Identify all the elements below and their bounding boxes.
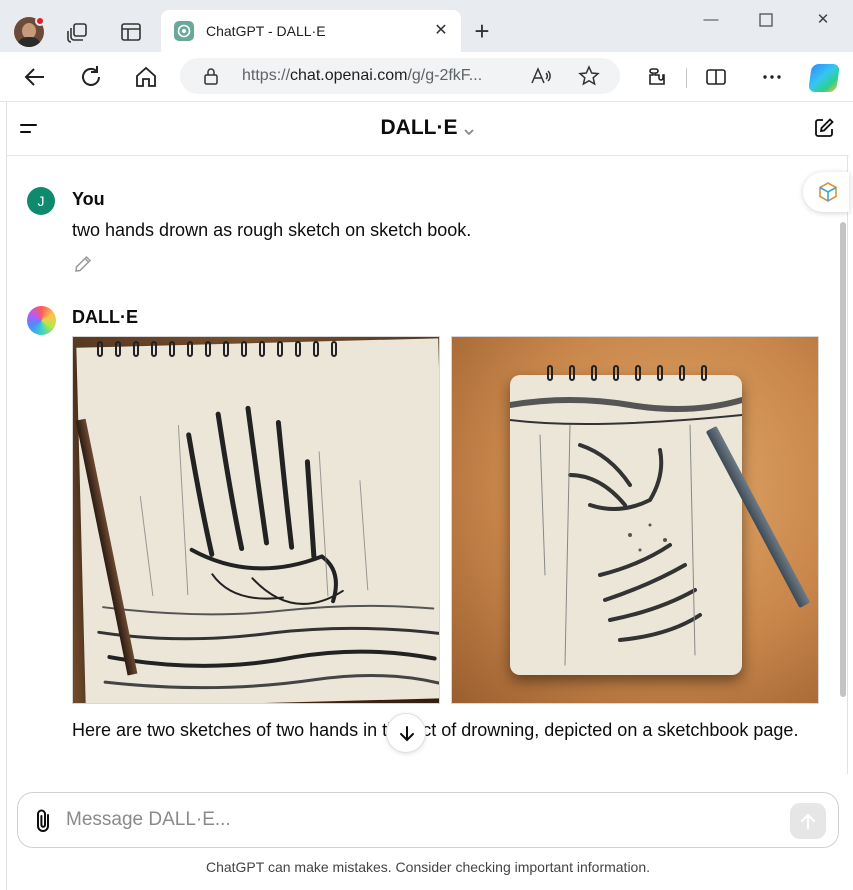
favorite-star-icon[interactable] <box>578 65 600 87</box>
url-path: /g/g-2fkF... <box>407 67 483 84</box>
generated-image-2[interactable] <box>451 336 819 704</box>
new-chat-icon[interactable] <box>813 117 835 139</box>
dalle-avatar <box>27 306 56 335</box>
refresh-icon[interactable] <box>78 64 104 90</box>
edit-pencil-icon[interactable] <box>73 254 93 274</box>
maximize-icon[interactable] <box>751 8 781 32</box>
more-options-icon[interactable] <box>761 66 783 88</box>
gpt-helper-bubble[interactable] <box>803 172 849 212</box>
lock-icon[interactable] <box>202 67 220 85</box>
extensions-icon[interactable] <box>645 66 667 88</box>
arrow-up-icon <box>800 813 816 830</box>
url-bar[interactable]: https://chat.openai.com/g/g-2fkF... <box>180 58 620 94</box>
read-aloud-icon[interactable] <box>530 66 552 86</box>
sketchbook-notepad <box>507 375 745 675</box>
workspaces-icon[interactable] <box>66 20 90 44</box>
chevron-down-icon <box>462 121 476 136</box>
dalle-message-text: Here are two sketches of two hands in th… <box>72 720 799 740</box>
tab-close-icon[interactable]: ✕ <box>431 21 451 41</box>
disclaimer-text: ChatGPT can make mistakes. Consider chec… <box>205 859 651 875</box>
back-icon[interactable] <box>22 64 48 90</box>
minimize-icon[interactable]: — <box>696 8 726 32</box>
paperclip-icon[interactable] <box>32 808 56 834</box>
chatgpt-favicon-icon <box>174 21 194 41</box>
scrollbar-thumb[interactable] <box>840 222 846 697</box>
app-header: DALL·E <box>7 102 849 156</box>
message-input[interactable] <box>66 805 766 835</box>
url-prefix: https:// <box>242 67 291 84</box>
user-message-text: two hands drown as rough sketch on sketc… <box>72 220 472 240</box>
arrow-down-icon <box>400 726 414 742</box>
spiral-binding <box>87 337 427 357</box>
split-screen-icon[interactable] <box>705 66 727 88</box>
user-author-name: You <box>72 189 105 209</box>
copilot-icon[interactable] <box>808 64 840 92</box>
sketchbook-page <box>75 338 439 703</box>
browser-titlebar: ChatGPT - DALL·E ✕ + — ✕ <box>0 0 853 52</box>
user-avatar: J <box>27 187 55 215</box>
tab-actions-icon[interactable] <box>119 20 143 44</box>
home-icon[interactable] <box>133 64 159 90</box>
generated-image-1[interactable] <box>72 336 440 704</box>
model-selector[interactable]: DALL·E <box>7 116 849 140</box>
profile-body <box>17 37 41 47</box>
tab-chatgpt[interactable]: ChatGPT - DALL·E ✕ <box>161 10 461 52</box>
url-host: chat.openai.com <box>290 67 408 84</box>
cube-icon <box>819 182 837 202</box>
tab-title: ChatGPT - DALL·E <box>206 23 326 39</box>
scroll-down-button[interactable] <box>386 713 426 753</box>
spiral-binding-2 <box>547 365 707 389</box>
page-title: DALL·E <box>380 116 458 139</box>
send-button[interactable] <box>790 803 826 839</box>
hand-sketch-drawing-2 <box>507 397 745 666</box>
message-composer <box>17 792 839 848</box>
new-tab-button[interactable]: + <box>468 18 496 46</box>
chatgpt-app: DALL·E J You two hands drown as rough sk… <box>6 102 849 890</box>
profile-notification-dot <box>35 16 45 26</box>
close-window-icon[interactable]: ✕ <box>808 8 838 32</box>
browser-toolbar: https://chat.openai.com/g/g-2fkF... <box>0 52 853 102</box>
dalle-author-name: DALL·E <box>72 307 138 327</box>
url-text[interactable]: https://chat.openai.com/g/g-2fkF... <box>242 67 482 85</box>
toolbar-divider <box>686 68 687 88</box>
